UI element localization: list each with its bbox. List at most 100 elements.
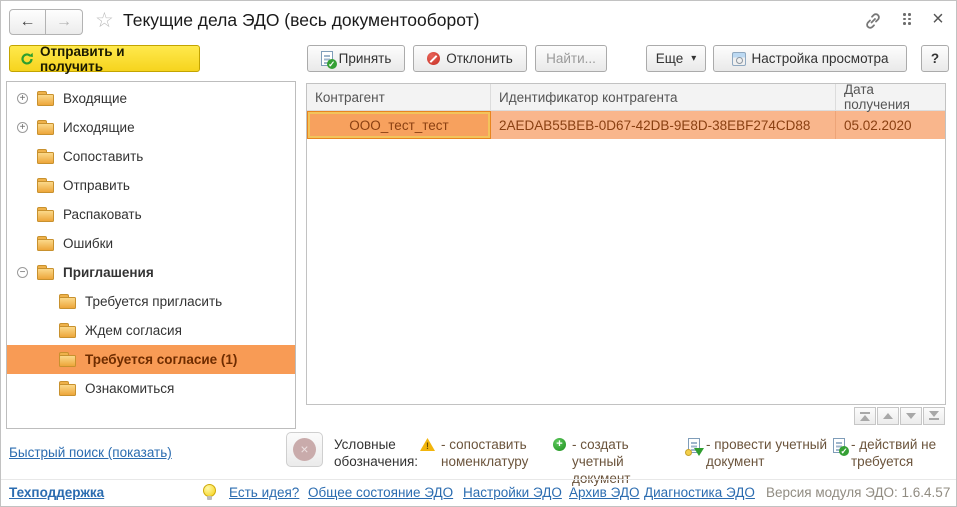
more-actions-button[interactable]: Еще ▾ — [646, 45, 706, 72]
expand-icon[interactable] — [17, 93, 28, 104]
column-header-date[interactable]: Дата получения — [836, 84, 945, 110]
tree-item-label: Ознакомиться — [85, 381, 174, 396]
more-label: Еще — [656, 51, 683, 66]
tree-item-label: Приглашения — [63, 265, 154, 280]
tree-item-label: Сопоставить — [63, 149, 143, 164]
favorite-star-icon[interactable]: ☆ — [95, 8, 114, 33]
scroll-up-button[interactable] — [877, 407, 899, 425]
refresh-icon — [20, 52, 34, 66]
legend-item-post: - провести учетный документ — [688, 436, 830, 470]
expand-icon[interactable] — [17, 122, 28, 133]
tree-item-label: Ждем согласия — [85, 323, 182, 338]
tree-item-incoming[interactable]: Входящие — [7, 84, 295, 113]
folder-icon — [37, 94, 54, 106]
view-settings-icon — [732, 52, 746, 66]
folder-icon — [37, 239, 54, 251]
tree-item-label: Ошибки — [63, 236, 113, 251]
documents-table: Контрагент Идентификатор контрагента Дат… — [306, 83, 946, 405]
view-settings-button[interactable]: Настройка просмотра — [713, 45, 907, 72]
tree-item-label: Требуется согласие (1) — [85, 352, 237, 367]
cell-identifier[interactable]: 2AEDAB55BEB-0D67-42DB-9E8D-38EBF274CD88 — [491, 111, 836, 139]
tree-item-awaiting-consent[interactable]: Ждем согласия — [7, 316, 295, 345]
folder-icon — [59, 355, 76, 367]
cell-contragent[interactable]: ООО_тест_тест — [307, 111, 491, 139]
edo-state-link[interactable]: Общее состояние ЭДО — [308, 485, 453, 500]
tree-item-unpack[interactable]: Распаковать — [7, 200, 295, 229]
tree-item-label: Отправить — [63, 178, 130, 193]
tree-item-invitations[interactable]: Приглашения — [7, 258, 295, 287]
legend-label: - действий не требуется — [851, 436, 943, 470]
tree-item-label: Распаковать — [63, 207, 142, 222]
forward-icon: → — [56, 13, 72, 31]
accept-doc-icon: ✓ — [321, 51, 333, 66]
accept-label: Принять — [339, 51, 392, 66]
folder-icon — [37, 210, 54, 222]
table-row[interactable]: ООО_тест_тест 2AEDAB55BEB-0D67-42DB-9E8D… — [307, 111, 945, 139]
warning-triangle-icon: ! — [420, 438, 435, 451]
tree-item-label: Исходящие — [63, 120, 135, 135]
folder-icon — [37, 152, 54, 164]
tree-item-send[interactable]: Отправить — [7, 171, 295, 200]
cell-date[interactable]: 05.02.2020 — [836, 111, 945, 139]
folder-icon — [59, 297, 76, 309]
disabled-close-icon: × — [293, 438, 316, 461]
find-button[interactable]: Найти... — [535, 45, 607, 72]
tree-item-outgoing[interactable]: Исходящие — [7, 113, 295, 142]
tree-item-consent-required[interactable]: Требуется согласие (1) — [7, 345, 295, 374]
scroll-last-button[interactable] — [923, 407, 945, 425]
clear-selection-button[interactable]: × — [286, 432, 323, 467]
legend-label: - провести учетный документ — [706, 436, 830, 470]
support-link[interactable]: Техподдержка — [9, 485, 104, 500]
accept-button[interactable]: ✓ Принять — [307, 45, 405, 72]
column-header-contragent[interactable]: Контрагент — [307, 84, 491, 110]
scroll-first-button[interactable] — [854, 407, 876, 425]
tree-item-match[interactable]: Сопоставить — [7, 142, 295, 171]
folders-tree: Входящие Исходящие Сопоставить Отправить… — [6, 81, 296, 429]
tree-item-need-invite[interactable]: Требуется пригласить — [7, 287, 295, 316]
legend-item-no-action: ✓ - действий не требуется — [833, 436, 943, 470]
decline-icon — [427, 52, 440, 65]
decline-label: Отклонить — [446, 51, 513, 66]
help-button[interactable]: ? — [921, 45, 949, 72]
help-icon: ? — [931, 51, 939, 66]
chevron-down-icon: ▾ — [691, 53, 696, 64]
column-header-identifier[interactable]: Идентификатор контрагента — [491, 84, 836, 110]
legend-label: - сопоставить номенклатуру — [441, 436, 537, 470]
back-button[interactable]: ← — [9, 9, 46, 35]
idea-bulb-icon — [203, 484, 216, 497]
tree-item-errors[interactable]: Ошибки — [7, 229, 295, 258]
legend-item-match: ! - сопоставить номенклатуру — [420, 436, 537, 470]
collapse-icon[interactable] — [17, 267, 28, 278]
module-version-text: Версия модуля ЭДО: 1.6.4.57 — [766, 485, 950, 500]
legend-title: Условные обозначения: — [334, 436, 434, 470]
get-link-icon[interactable] — [862, 11, 884, 34]
folder-icon — [37, 268, 54, 280]
edo-window: ← → ☆ Текущие дела ЭДО (весь документооб… — [0, 0, 957, 507]
view-settings-label: Настройка просмотра — [752, 51, 889, 66]
idea-link[interactable]: Есть идея? — [229, 485, 299, 500]
quick-search-link[interactable]: Быстрый поиск (показать) — [9, 445, 172, 460]
close-icon[interactable]: × — [927, 8, 949, 31]
forward-button[interactable]: → — [46, 9, 83, 35]
post-document-icon — [688, 438, 700, 453]
page-title: Текущие дела ЭДО (весь документооборот) — [123, 10, 479, 31]
history-nav: ← → — [9, 9, 83, 35]
edo-archive-link[interactable]: Архив ЭДО — [569, 485, 639, 500]
table-header: Контрагент Идентификатор контрагента Дат… — [307, 84, 945, 111]
scroll-down-button[interactable] — [900, 407, 922, 425]
folder-icon — [37, 181, 54, 193]
send-receive-button[interactable]: Отправить и получить — [9, 45, 200, 72]
back-icon: ← — [20, 13, 36, 31]
more-menu-icon[interactable] — [903, 13, 911, 25]
edo-diagnostics-link[interactable]: Диагностика ЭДО — [644, 485, 755, 500]
folder-icon — [59, 326, 76, 338]
plus-circle-icon: + — [553, 438, 566, 451]
tree-item-review[interactable]: Ознакомиться — [7, 374, 295, 403]
document-check-icon: ✓ — [833, 438, 845, 453]
edo-settings-link[interactable]: Настройки ЭДО — [463, 485, 562, 500]
table-scroll-nav — [854, 407, 945, 425]
tree-item-label: Входящие — [63, 91, 127, 106]
decline-button[interactable]: Отклонить — [413, 45, 527, 72]
find-label: Найти... — [546, 51, 596, 66]
send-receive-label: Отправить и получить — [40, 44, 189, 74]
